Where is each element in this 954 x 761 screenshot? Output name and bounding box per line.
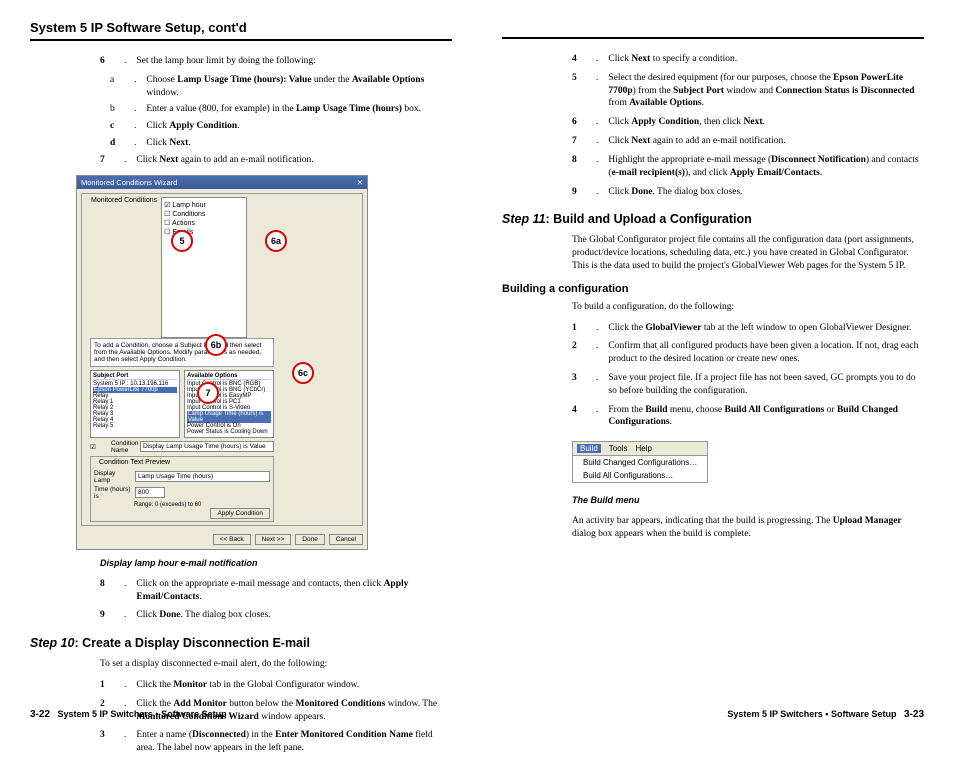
figure-caption: Display lamp hour e-mail notification [100, 558, 452, 568]
subject-port[interactable]: Subject Port System 5 IP : 10.13.196.116… [90, 370, 180, 438]
apply-condition[interactable]: Apply Condition [210, 508, 270, 519]
t: Click on the appropriate e-mail message … [136, 578, 452, 604]
menu-caption: The Build menu [572, 495, 924, 505]
t: Confirm that all configured products hav… [608, 340, 924, 366]
t: Save your project file. If a project fil… [608, 372, 924, 398]
step-11-heading: Step 11: Build and Upload a Configuratio… [502, 212, 924, 226]
t: To build a configuration, do the followi… [572, 301, 924, 314]
wizard-figure: Monitored Conditions Wizard✕ Monitored C… [76, 175, 368, 550]
menu-item[interactable]: Build All Configurations… [573, 469, 707, 482]
cond-name[interactable]: Display Lamp Usage Time (hours) is Value [140, 441, 274, 452]
t: Select the desired equipment (for our pu… [608, 72, 924, 110]
cancel-button[interactable]: Cancel [329, 534, 363, 545]
t: From the Build menu, choose Build All Co… [608, 404, 924, 430]
t: Click Next again to add an e-mail notifi… [608, 135, 785, 148]
build-menu[interactable]: BuildToolsHelp Build Changed Configurati… [572, 441, 708, 483]
t: Click Done. The dialog box closes. [608, 186, 742, 199]
t: Click the Monitor tab in the Global Conf… [136, 679, 359, 692]
page-title: System 5 IP Software Setup, cont'd [30, 20, 452, 41]
t: To set a display disconnected e-mail ale… [100, 658, 452, 671]
menu-item[interactable]: Build Changed Configurations… [573, 456, 707, 469]
value-input[interactable]: 800 [135, 487, 165, 498]
tree[interactable]: ☑ Lamp hour☐ Conditions☐ Actions☐ Emails [161, 197, 247, 338]
t: Click Apply Condition. [146, 120, 239, 133]
available-options[interactable]: Available Options Input Control is BNC (… [184, 370, 274, 438]
t: Click Done. The dialog box closes. [136, 609, 270, 622]
t: Click Next to specify a condition. [608, 53, 737, 66]
t: Click Next again to add an e-mail notifi… [136, 154, 313, 167]
footer-right: System 5 IP Switchers • Software Setup 3… [727, 709, 924, 720]
step-10-heading: Step 10: Create a Display Disconnection … [30, 636, 452, 650]
t: Choose Lamp Usage Time (hours): Value un… [146, 74, 452, 100]
footer-left: 3-22 System 5 IP Switchers • Software Se… [30, 709, 227, 720]
t: Set the lamp hour limit by doing the fol… [136, 55, 315, 68]
subhead: Building a configuration [502, 283, 924, 295]
done-button[interactable]: Done [295, 534, 325, 545]
t: An activity bar appears, indicating that… [572, 515, 924, 541]
t: Click Next. [146, 137, 190, 150]
t: Click the GlobalViewer tab at the left w… [608, 322, 911, 335]
t: Click Apply Condition, then click Next. [608, 116, 765, 129]
next-button[interactable]: Next >> [255, 534, 292, 545]
t: Highlight the appropriate e-mail message… [608, 154, 924, 180]
t: Enter a value (800, for example) in the … [146, 103, 421, 116]
t: The Global Configurator project file con… [572, 234, 924, 272]
t: Enter a name (Disconnected) in the Enter… [136, 729, 452, 755]
back-button[interactable]: << Back [213, 534, 251, 545]
close-icon[interactable]: ✕ [357, 178, 363, 187]
